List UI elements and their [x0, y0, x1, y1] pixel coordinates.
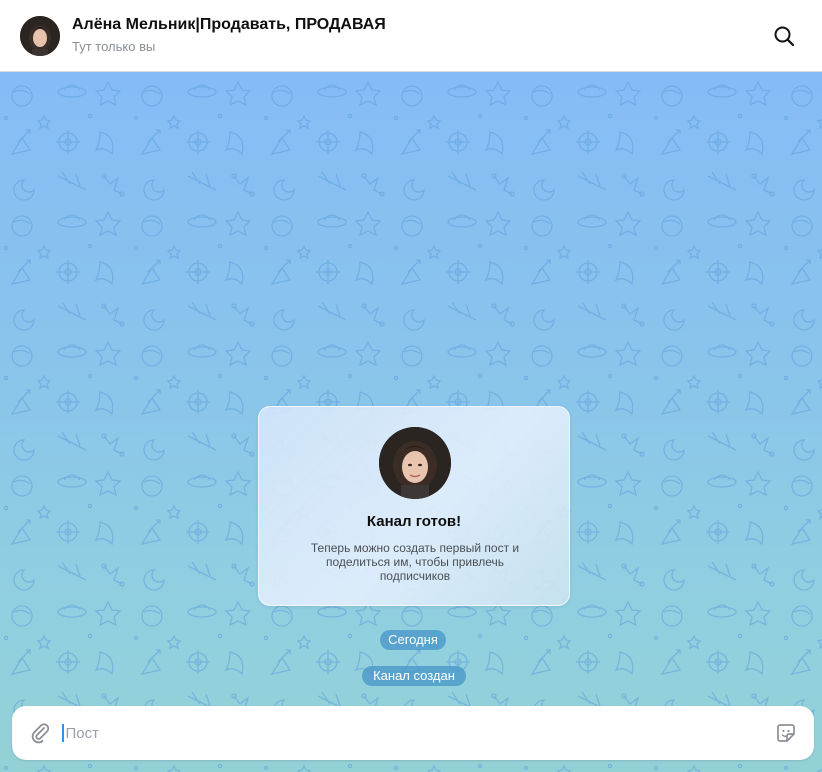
- paperclip-icon: [31, 723, 50, 744]
- header-text[interactable]: Алёна Мельник|Продавать, ПРОДАВАЯ Тут то…: [72, 15, 766, 56]
- channel-ready-card: Канал готов! Теперь можно создать первый…: [258, 406, 570, 606]
- chat-header: Алёна Мельник|Продавать, ПРОДАВАЯ Тут то…: [0, 0, 822, 72]
- card-title: Канал готов!: [366, 513, 462, 530]
- service-message-channel-created: Канал создан: [362, 666, 466, 686]
- sticker-button[interactable]: [772, 719, 800, 747]
- search-button[interactable]: [766, 18, 802, 54]
- channel-subtitle: Тут только вы: [72, 39, 156, 54]
- channel-avatar-large: [379, 427, 451, 499]
- channel-avatar[interactable]: [20, 15, 60, 56]
- text-caret: [62, 724, 64, 742]
- card-body: Теперь можно создать первый пост и подел…: [310, 541, 520, 583]
- sticker-icon: [777, 724, 795, 742]
- post-input[interactable]: [65, 718, 772, 748]
- date-badge: Сегодня: [380, 630, 446, 650]
- search-icon: [774, 26, 795, 46]
- attach-button[interactable]: [26, 719, 54, 747]
- chat-area: Канал готов! Теперь можно создать первый…: [0, 72, 822, 772]
- channel-title: Алёна Мельник|Продавать, ПРОДАВАЯ: [72, 16, 386, 33]
- message-composer: [12, 706, 814, 760]
